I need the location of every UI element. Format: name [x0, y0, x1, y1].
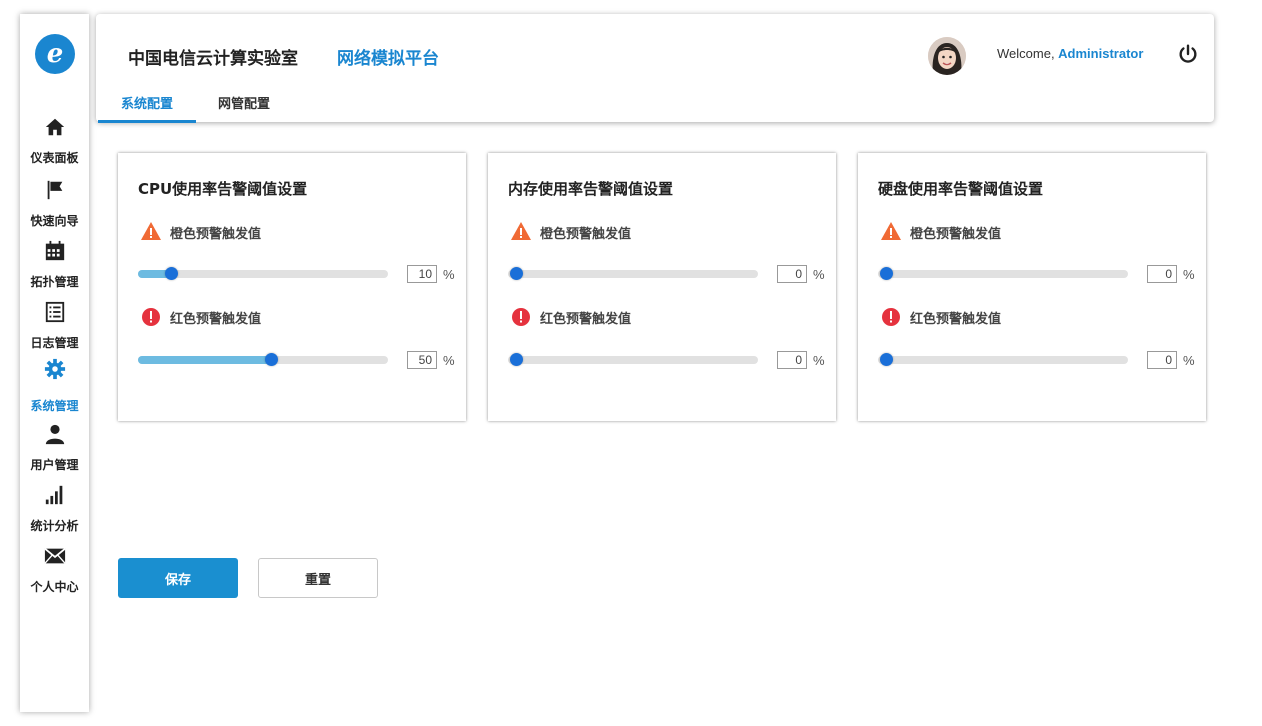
- cpu-threshold-card: CPU使用率告警阈值设置 橙色预警触发值 10 % 红色预警触发值 50 %: [118, 153, 466, 421]
- warning-triangle-icon: [141, 222, 161, 240]
- percent-unit: %: [443, 267, 455, 282]
- red-threshold-slider[interactable]: [508, 353, 758, 366]
- sidebar-item-profile[interactable]: 个人中心: [20, 545, 89, 601]
- page-subtitle: 网络模拟平台: [337, 49, 439, 69]
- percent-unit: %: [443, 353, 455, 368]
- percent-unit: %: [813, 267, 825, 282]
- reset-button[interactable]: 重置: [258, 558, 378, 598]
- orange-threshold-input[interactable]: 0: [777, 265, 807, 283]
- orange-threshold-label: 橙色预警触发值: [910, 227, 1002, 242]
- alert-circle-icon: [882, 308, 900, 326]
- card-title: 内存使用率告警阈值设置: [508, 180, 674, 198]
- page-title: 中国电信云计算实验室: [128, 49, 298, 69]
- red-threshold-label: 红色预警触发值: [170, 312, 262, 327]
- sidebar-item-label: 个人中心: [30, 580, 79, 594]
- alert-circle-icon: [512, 308, 530, 326]
- card-title: CPU使用率告警阈值设置: [138, 180, 308, 198]
- sidebar-item-label: 统计分析: [30, 519, 79, 533]
- calendar-icon: [45, 240, 65, 261]
- avatar[interactable]: [928, 37, 966, 75]
- red-threshold-label: 红色预警触发值: [540, 312, 632, 327]
- slider-handle[interactable]: [264, 353, 278, 366]
- warning-triangle-icon: [511, 222, 531, 240]
- power-icon[interactable]: [1177, 43, 1199, 65]
- percent-unit: %: [813, 353, 825, 368]
- top-header: 中国电信云计算实验室 网络模拟平台 系统配置 网管配置 Welcome, Adm…: [96, 14, 1214, 123]
- flag-icon: [47, 180, 63, 200]
- sidebar-item-dashboard[interactable]: 仪表面板: [20, 116, 89, 172]
- sidebar: e 仪表面板 快速向导 拓扑管理 日志管理 系统管理 用户管理 统计分析 个人中…: [20, 14, 89, 712]
- tab-network-config[interactable]: 网管配置: [196, 93, 292, 120]
- avatar-image: [928, 37, 966, 75]
- username-link[interactable]: Administrator: [1058, 46, 1143, 61]
- red-threshold-input[interactable]: 0: [777, 351, 807, 369]
- sidebar-item-label: 用户管理: [30, 458, 79, 472]
- red-threshold-slider[interactable]: [138, 353, 388, 366]
- slider-handle[interactable]: [164, 267, 178, 280]
- percent-unit: %: [1183, 267, 1195, 282]
- save-button[interactable]: 保存: [118, 558, 238, 598]
- welcome-text: Welcome, Administrator: [997, 46, 1143, 61]
- slider-handle[interactable]: [509, 353, 523, 366]
- bar-chart-icon: [45, 485, 63, 505]
- orange-threshold-input[interactable]: 0: [1147, 265, 1177, 283]
- red-threshold-input[interactable]: 0: [1147, 351, 1177, 369]
- list-icon: [45, 301, 65, 323]
- orange-threshold-input[interactable]: 10: [407, 265, 437, 283]
- home-icon: [45, 118, 65, 136]
- brand-logo-icon[interactable]: e: [35, 34, 75, 74]
- memory-threshold-card: 内存使用率告警阈值设置 橙色预警触发值 0 % 红色预警触发值 0 %: [488, 153, 836, 421]
- welcome-prefix: Welcome,: [997, 46, 1059, 61]
- orange-threshold-label: 橙色预警触发值: [540, 227, 632, 242]
- sidebar-item-label: 拓扑管理: [30, 275, 79, 289]
- warning-triangle-icon: [881, 222, 901, 240]
- sidebar-item-quick-guide[interactable]: 快速向导: [20, 179, 89, 235]
- sidebar-item-label: 快速向导: [30, 214, 79, 228]
- gear-icon: [44, 358, 66, 380]
- mail-icon: [44, 547, 66, 564]
- tab-system-config[interactable]: 系统配置: [98, 93, 196, 123]
- sidebar-item-users[interactable]: 用户管理: [20, 423, 89, 479]
- sidebar-item-topology[interactable]: 拓扑管理: [20, 240, 89, 296]
- slider-fill: [138, 356, 271, 364]
- alert-circle-icon: [142, 308, 160, 326]
- sidebar-item-label: 仪表面板: [30, 151, 79, 165]
- disk-threshold-card: 硬盘使用率告警阈值设置 橙色预警触发值 0 % 红色预警触发值 0 %: [858, 153, 1206, 421]
- slider-handle[interactable]: [879, 267, 893, 280]
- sidebar-item-label: 日志管理: [30, 336, 79, 350]
- orange-threshold-slider[interactable]: [138, 267, 388, 280]
- slider-handle[interactable]: [509, 267, 523, 280]
- sidebar-item-logs[interactable]: 日志管理: [20, 301, 89, 357]
- orange-threshold-slider[interactable]: [878, 267, 1128, 280]
- sidebar-item-system[interactable]: 系统管理: [20, 358, 89, 414]
- orange-threshold-slider[interactable]: [508, 267, 758, 280]
- sidebar-item-label: 系统管理: [30, 399, 79, 413]
- orange-threshold-label: 橙色预警触发值: [170, 227, 262, 242]
- red-threshold-label: 红色预警触发值: [910, 312, 1002, 327]
- percent-unit: %: [1183, 353, 1195, 368]
- sidebar-item-statistics[interactable]: 统计分析: [20, 484, 89, 540]
- card-title: 硬盘使用率告警阈值设置: [878, 180, 1044, 198]
- slider-handle[interactable]: [879, 353, 893, 366]
- user-icon: [45, 424, 65, 445]
- red-threshold-input[interactable]: 50: [407, 351, 437, 369]
- red-threshold-slider[interactable]: [878, 353, 1128, 366]
